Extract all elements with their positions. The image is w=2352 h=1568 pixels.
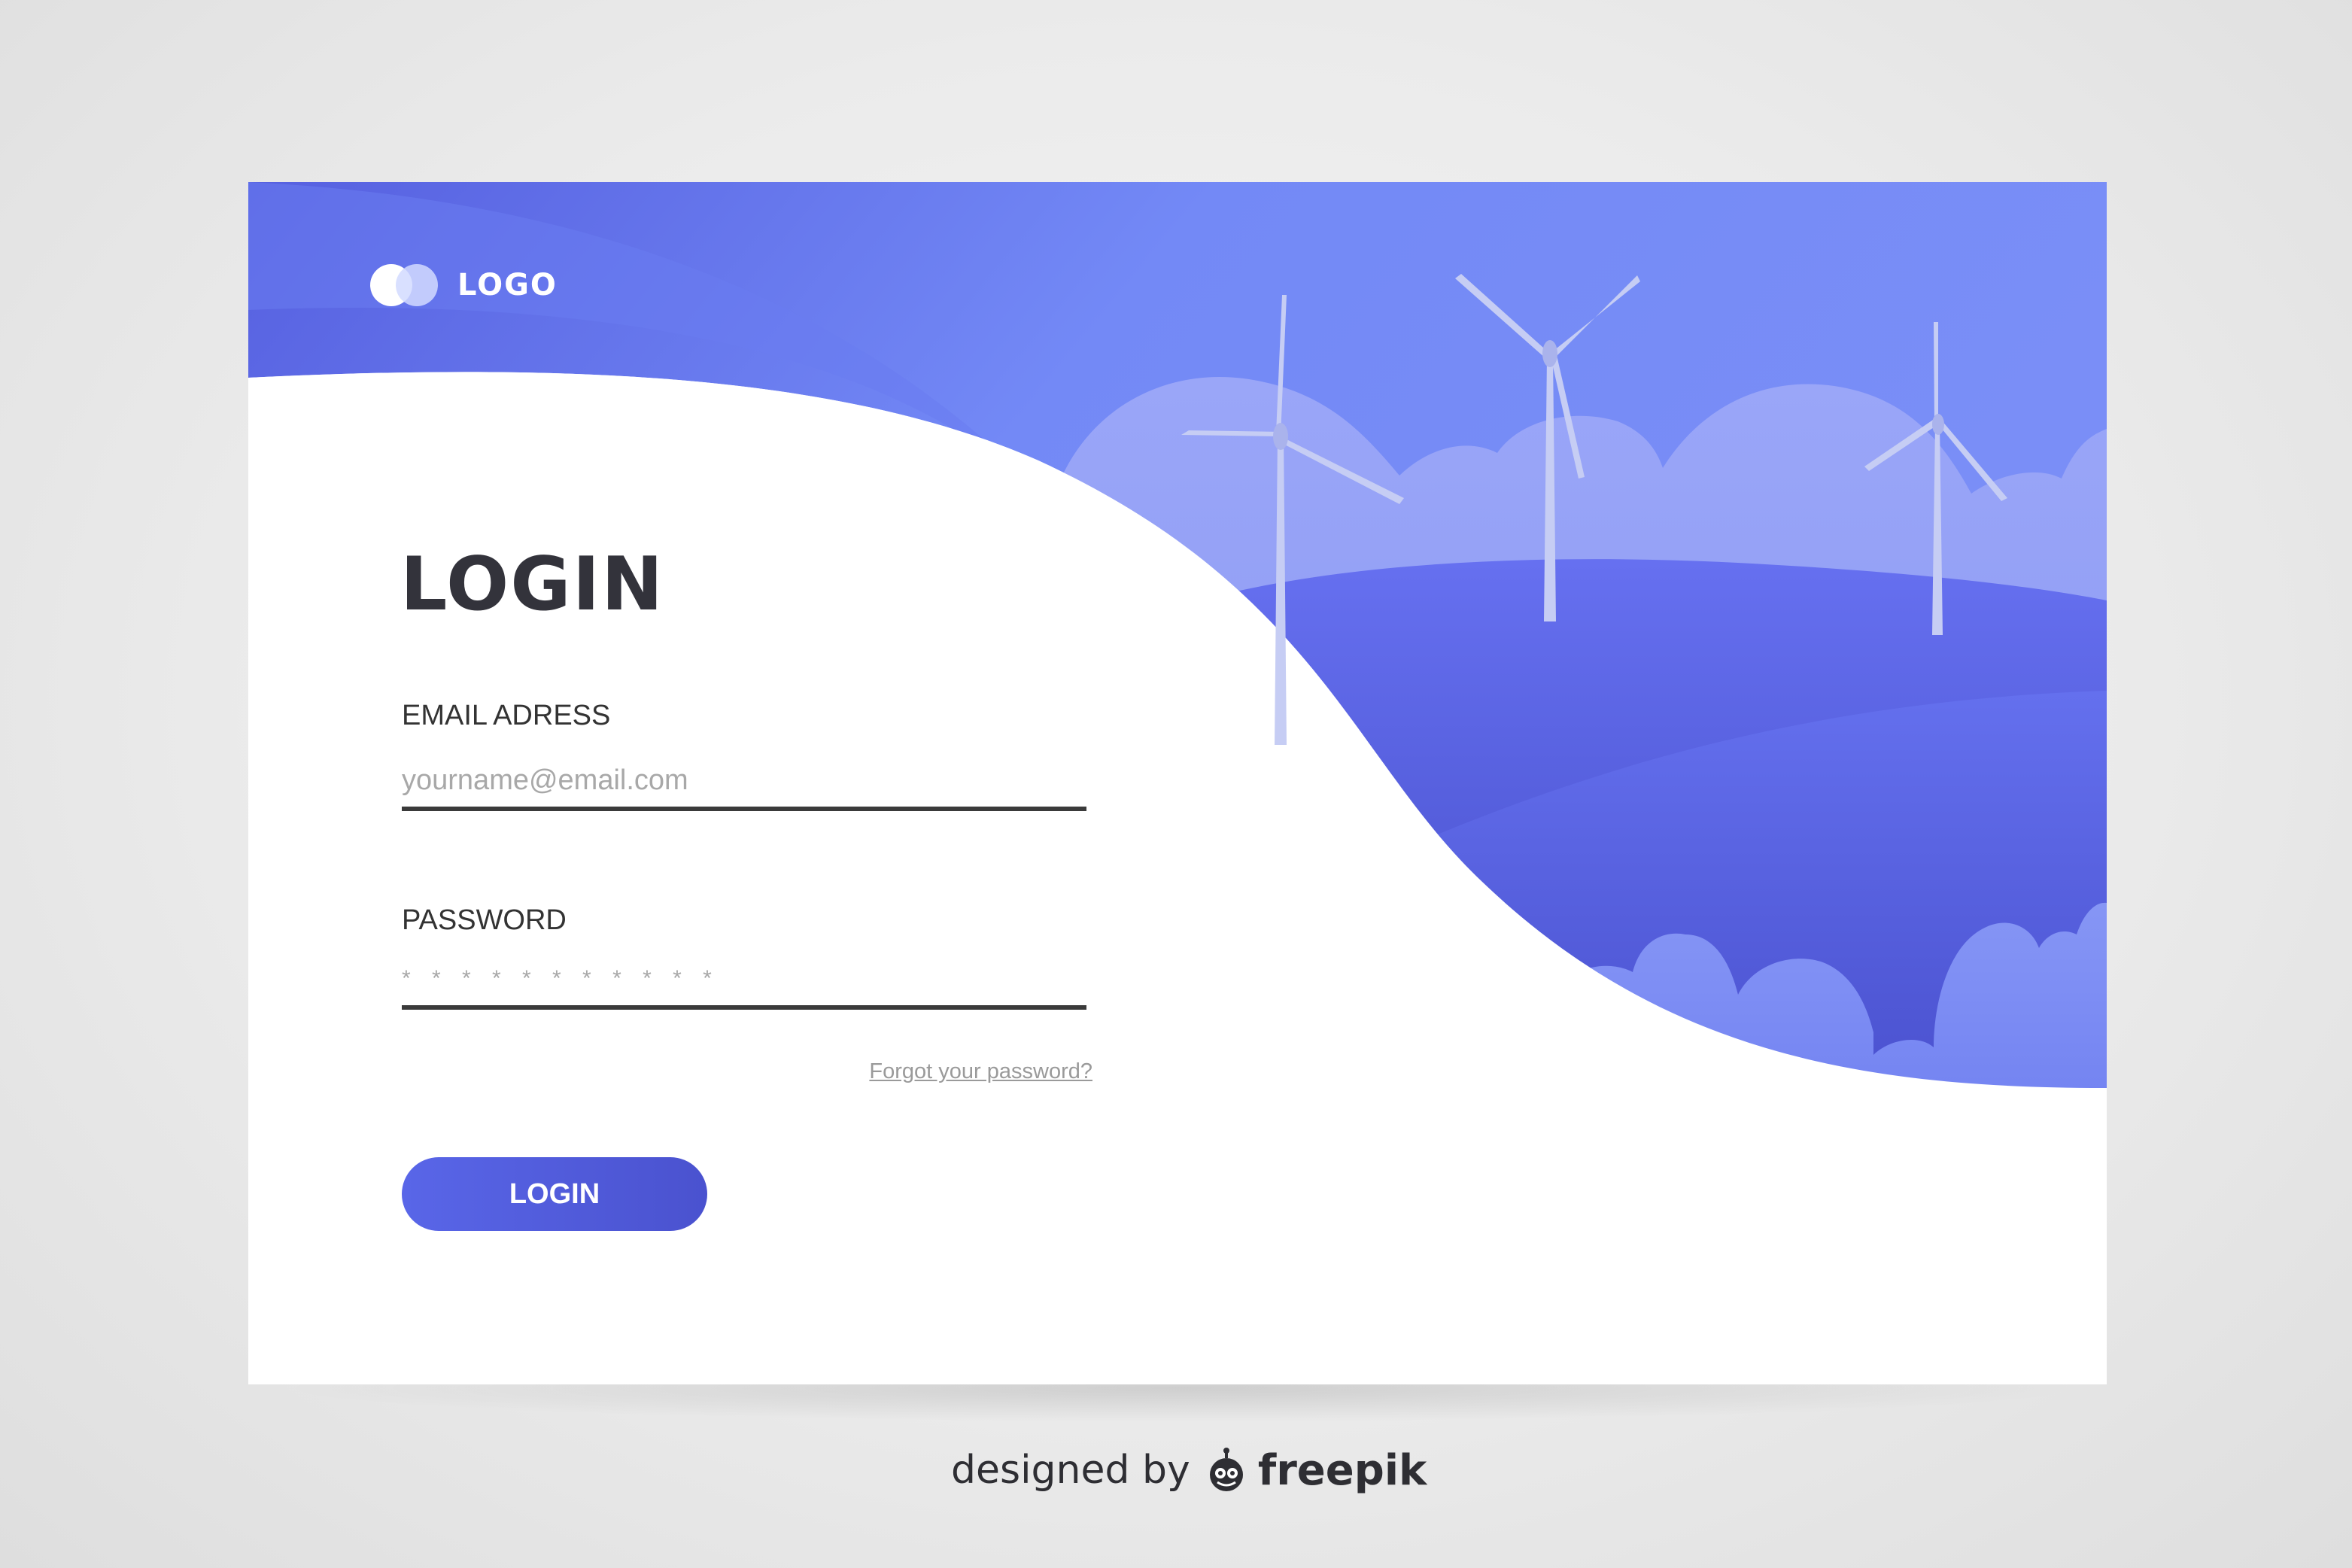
credit-brand: freepik [1257, 1445, 1427, 1495]
forgot-password-link[interactable]: Forgot your password? [850, 1059, 1092, 1084]
logo-circles-icon [369, 261, 441, 309]
password-label: PASSWORD [402, 904, 567, 936]
credit-prefix: designed by [951, 1448, 1190, 1493]
freepik-icon [1209, 1448, 1243, 1491]
brand-logo[interactable]: LOGO [369, 257, 558, 313]
page-title: LOGIN [400, 542, 665, 628]
logo-text: LOGO [457, 268, 558, 302]
designer-credit: designed by freepik [951, 1440, 1427, 1500]
password-input[interactable] [402, 953, 1086, 1010]
login-card: LOGO LOGIN EMAIL ADRESS PASSWORD Forgot … [248, 182, 2107, 1384]
email-label: EMAIL ADRESS [402, 700, 611, 731]
login-button[interactable]: LOGIN [402, 1157, 707, 1231]
email-input[interactable] [402, 754, 1086, 811]
